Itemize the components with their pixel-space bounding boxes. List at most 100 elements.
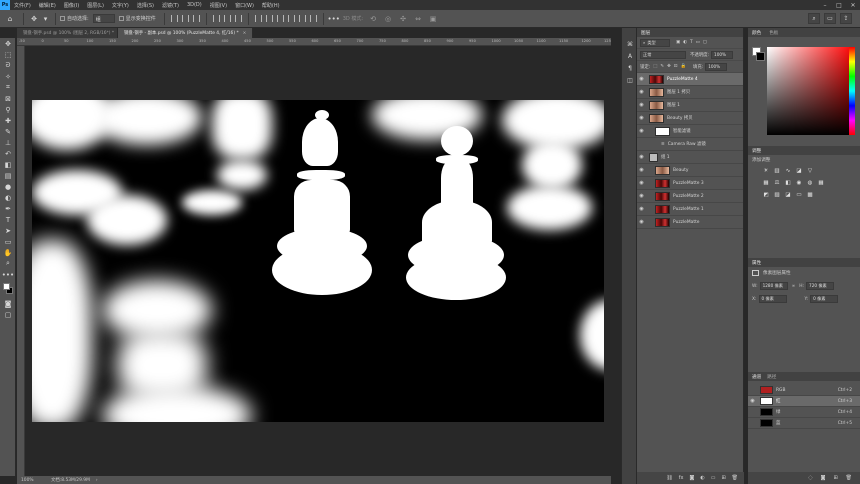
channel-row[interactable]: ◉ 红 Ctrl+3 <box>748 396 860 407</box>
layer-row[interactable]: ◉ PuzzleMatte <box>637 216 743 229</box>
minimize-icon[interactable]: – <box>818 0 832 10</box>
dodge-tool-icon[interactable]: ◐ <box>0 192 16 203</box>
visibility-eye-icon[interactable]: ◉ <box>637 89 646 95</box>
layer-row[interactable]: ≡ Camera Raw 滤镜 <box>637 138 743 151</box>
menu-item[interactable]: 文件(F) <box>10 2 35 9</box>
trash-icon[interactable]: 🗑 <box>846 475 852 481</box>
hand-tool-icon[interactable]: ✋ <box>0 247 16 258</box>
curves-icon[interactable]: ∿ <box>784 167 792 175</box>
close-icon[interactable]: × <box>243 31 247 36</box>
brightness-icon[interactable]: ☀ <box>762 167 770 175</box>
layer-row[interactable]: ◉ 智能滤镜 <box>637 125 743 138</box>
visibility-eye-icon[interactable]: ◉ <box>637 115 646 121</box>
paths-tab[interactable]: 路径 <box>767 374 776 380</box>
document-workspace[interactable]: ➤ <box>25 46 611 476</box>
channels-tab[interactable]: 通道 <box>752 374 761 380</box>
y-input[interactable]: 0 像素 <box>810 295 839 303</box>
3d-roll-icon[interactable]: ◎ <box>382 13 394 25</box>
filter-icons[interactable]: ▣◐T▭▢ <box>676 40 710 45</box>
move-tool-icon[interactable]: ✥ <box>28 13 40 25</box>
layer-row[interactable]: ◉ Beauty <box>637 164 743 177</box>
link-icon[interactable]: ∞ <box>792 284 796 289</box>
magic-wand-tool-icon[interactable]: ✧ <box>0 71 16 82</box>
marquee-tool-icon[interactable]: ⬚ <box>0 49 16 60</box>
new-channel-icon[interactable]: ⊞ <box>833 475 837 481</box>
distribute-icon[interactable] <box>287 15 295 22</box>
width-input[interactable]: 1280 像素 <box>759 282 788 290</box>
more-options-icon[interactable]: ••• <box>328 13 340 25</box>
visibility-eye-icon[interactable]: ◉ <box>748 398 757 404</box>
share-icon[interactable]: ⇪ <box>840 13 852 24</box>
layer-row[interactable]: ◉ PuzzleMatte 3 <box>637 177 743 190</box>
vibrance-icon[interactable]: ▽ <box>806 167 814 175</box>
color-swatches[interactable] <box>0 280 15 298</box>
save-selection-icon[interactable]: ◙ <box>821 475 826 481</box>
menu-item[interactable]: 文字(Y) <box>108 2 133 9</box>
add-mask-icon[interactable]: ◙ <box>689 475 694 481</box>
height-input[interactable]: 720 像素 <box>806 282 835 290</box>
lasso-tool-icon[interactable]: ᘐ <box>0 60 16 71</box>
visibility-eye-icon[interactable]: ◉ <box>637 180 646 186</box>
swatches-tab[interactable]: 色板 <box>769 30 778 36</box>
eyedropper-tool-icon[interactable]: ⚲ <box>0 104 16 115</box>
align-right-icon[interactable] <box>234 15 242 22</box>
auto-select-checkbox[interactable] <box>60 16 65 21</box>
quick-mask-icon[interactable]: ◙ <box>0 298 16 309</box>
distribute-icon[interactable] <box>309 15 317 22</box>
align-center-icon[interactable] <box>223 15 231 22</box>
threshold-icon[interactable]: ◪ <box>784 191 792 199</box>
tab-document-2[interactable]: 钢盘-钢手 - 副本.psd @ 100% (PuzzleMatte 4, 红/… <box>118 28 254 38</box>
paragraph-icon[interactable]: ¶ <box>622 62 638 74</box>
visibility-eye-icon[interactable]: ◉ <box>637 167 646 173</box>
visibility-eye-icon[interactable]: ◉ <box>637 206 646 212</box>
align-bottom-icon[interactable] <box>192 15 200 22</box>
align-middle-icon[interactable] <box>181 15 189 22</box>
show-transform-checkbox[interactable] <box>118 16 124 21</box>
blur-tool-icon[interactable]: ● <box>0 181 16 192</box>
link-layers-icon[interactable]: ⛓ <box>666 475 672 481</box>
screen-mode-icon[interactable]: ▢ <box>0 309 16 320</box>
levels-icon[interactable]: ▥ <box>773 167 781 175</box>
blend-mode-select[interactable]: 正常 <box>640 50 686 59</box>
brush-tool-icon[interactable]: ✎ <box>0 126 16 137</box>
path-selection-tool-icon[interactable]: ➤ <box>0 225 16 236</box>
history-brush-tool-icon[interactable]: ↶ <box>0 148 16 159</box>
fx-icon[interactable]: fx <box>679 475 684 481</box>
more-tools-icon[interactable]: ••• <box>0 269 16 280</box>
home-icon[interactable]: ⌂ <box>4 13 16 25</box>
layer-row[interactable]: ◉ Beauty 拷贝 <box>637 112 743 125</box>
menu-item[interactable]: 滤镜(T) <box>158 2 183 9</box>
invert-icon[interactable]: ◩ <box>762 191 770 199</box>
search-icon[interactable]: ⌕ <box>808 13 820 24</box>
chevron-right-icon[interactable]: › <box>96 478 98 483</box>
distribute-icon[interactable] <box>276 15 284 22</box>
visibility-eye-icon[interactable]: ◉ <box>637 219 646 225</box>
visibility-eye-icon[interactable]: ◉ <box>637 76 646 82</box>
align-top-icon[interactable] <box>170 15 178 22</box>
menu-item[interactable]: 选择(S) <box>133 2 158 9</box>
layer-row[interactable]: ◉ PuzzleMatte 2 <box>637 190 743 203</box>
chevron-down-icon[interactable]: ▾ <box>43 13 48 25</box>
menu-item[interactable]: 图像(I) <box>60 2 83 9</box>
move-tool-icon[interactable]: ✥ <box>0 38 16 49</box>
distribute-icon[interactable] <box>254 15 262 22</box>
menu-item[interactable]: 窗口(W) <box>231 2 258 9</box>
new-group-icon[interactable]: ▭ <box>711 475 716 481</box>
gradient-map-icon[interactable]: ▭ <box>795 191 803 199</box>
opacity-input[interactable]: 100% <box>711 50 734 59</box>
color-lookup-icon[interactable]: ▦ <box>817 179 825 187</box>
color-balance-icon[interactable]: ⚖ <box>773 179 781 187</box>
layer-row[interactable]: ◉ PuzzleMatte 1 <box>637 203 743 216</box>
adjustments-tab[interactable]: 调整 <box>752 148 761 154</box>
layer-kind-filter[interactable]: ⌕ 类型 <box>640 38 670 47</box>
layer-row[interactable]: ◉ 图层 1 拷贝 <box>637 86 743 99</box>
menu-item[interactable]: 图层(L) <box>83 2 108 9</box>
pen-tool-icon[interactable]: ✒ <box>0 203 16 214</box>
trash-icon[interactable]: 🗑 <box>732 475 738 481</box>
close-icon[interactable]: ✕ <box>846 0 860 10</box>
3d-rotate-icon[interactable]: ⟲ <box>367 13 379 25</box>
channel-row[interactable]: 绿 Ctrl+4 <box>748 407 860 418</box>
crop-tool-icon[interactable]: ⌗ <box>0 82 16 93</box>
layer-comps-icon[interactable]: ◫ <box>622 74 638 86</box>
zoom-level[interactable]: 100% <box>21 478 51 483</box>
